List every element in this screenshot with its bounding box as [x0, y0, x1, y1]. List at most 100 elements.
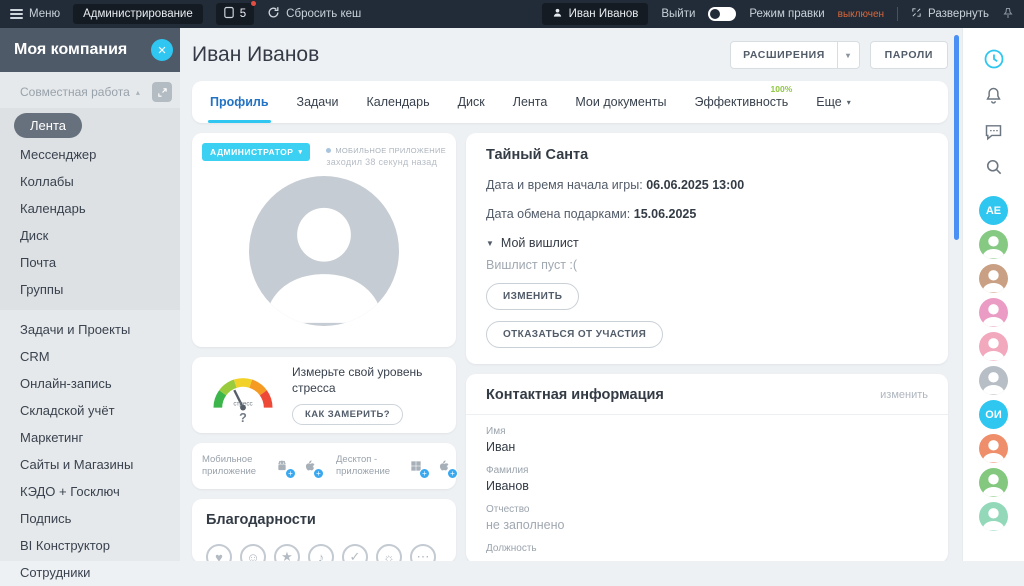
triangle-down-icon: ▼ [486, 239, 494, 248]
sidebar-item-calendar[interactable]: Календарь [0, 195, 180, 222]
sidebar-item-sites[interactable]: Сайты и Магазины [0, 451, 180, 478]
sidebar-item-inventory[interactable]: Складской учёт [0, 397, 180, 424]
sidebar-item-messenger[interactable]: Мессенджер [0, 141, 180, 168]
tab-tasks[interactable]: Задачи [297, 81, 339, 123]
tab-disk[interactable]: Диск [458, 81, 485, 123]
edit-contact-link[interactable]: изменить [880, 389, 928, 401]
santa-exchange-value: 15.06.2025 [634, 207, 697, 221]
how-to-measure-button[interactable]: КАК ЗАМЕРИТЬ? [292, 404, 403, 425]
expand-icon [911, 7, 922, 21]
apple-icon[interactable]: + [434, 456, 454, 476]
reset-cache-label: Сбросить кеш [286, 8, 361, 20]
status-dot-icon [326, 148, 331, 153]
santa-title: Тайный Санта [486, 147, 928, 163]
thanks-icon[interactable]: ☼ [376, 544, 402, 561]
avatar-person[interactable] [979, 298, 1008, 327]
topbar-divider [897, 7, 898, 21]
contact-info-card: Контактная информация изменить ИмяИванФа… [466, 374, 948, 561]
pin-icon[interactable] [1002, 7, 1014, 22]
thanks-icon[interactable]: ★ [274, 544, 300, 561]
thanks-icon[interactable]: ♥ [206, 544, 232, 561]
android-icon[interactable]: + [272, 456, 292, 476]
chevron-down-icon[interactable]: ▾ [837, 42, 859, 68]
thanks-icon[interactable]: ☺ [240, 544, 266, 561]
sidebar-item-tasks[interactable]: Задачи и Проекты [0, 316, 180, 343]
header-actions: РАСШИРЕНИЯ ▾ ПАРОЛИ [730, 41, 948, 69]
toggle-knob [710, 9, 720, 19]
sidebar-item-collabs[interactable]: Коллабы [0, 168, 180, 195]
sidebar-item-sign[interactable]: Подпись [0, 505, 180, 532]
menu-button[interactable]: Меню [10, 8, 60, 20]
phone-count: 5 [240, 8, 246, 20]
field-label: Отчество [486, 504, 928, 515]
tab-feed[interactable]: Лента [513, 81, 548, 123]
thanks-icon[interactable]: ✓ [342, 544, 368, 561]
avatar-person[interactable] [979, 502, 1008, 531]
notification-dot [251, 1, 256, 6]
close-icon[interactable]: × [151, 39, 173, 61]
dock-icon[interactable] [152, 82, 172, 102]
phone-button[interactable]: 5 [216, 3, 254, 25]
history-icon[interactable] [979, 44, 1009, 74]
avatar-person[interactable] [979, 434, 1008, 463]
sidebar-item-lenta[interactable]: Лента [14, 113, 82, 138]
sidebar-item-booking[interactable]: Онлайн-запись [0, 370, 180, 397]
reset-cache-button[interactable]: Сбросить кеш [267, 6, 361, 22]
sidebar-item-employees[interactable]: Сотрудники [0, 559, 180, 586]
user-button[interactable]: Иван Иванов [542, 3, 649, 25]
avatar-person[interactable] [979, 230, 1008, 259]
edit-wishlist-button[interactable]: ИЗМЕНИТЬ [486, 283, 579, 310]
bell-icon[interactable] [979, 80, 1009, 110]
avatar-person[interactable] [979, 264, 1008, 293]
tabs: Профиль Задачи Календарь Диск Лента Мои докум… [192, 81, 948, 123]
windows-icon[interactable]: + [406, 456, 426, 476]
thanks-icon[interactable]: ♪ [308, 544, 334, 561]
avatar-person[interactable] [979, 332, 1008, 361]
avatar-person[interactable] [979, 468, 1008, 497]
apple-icon[interactable]: + [300, 456, 320, 476]
logout-button[interactable]: Выйти [661, 8, 695, 20]
role-badge[interactable]: АДМИНИСТРАТОР ▾ [202, 143, 310, 161]
sidebar-item-mail[interactable]: Почта [0, 249, 180, 276]
tab-calendar[interactable]: Календарь [366, 81, 429, 123]
admin-button[interactable]: Администрирование [73, 4, 203, 24]
mobile-app-status: МОБИЛЬНОЕ ПРИЛОЖЕНИЕ заходил 38 секунд н… [326, 143, 446, 170]
extensions-button[interactable]: РАСШИРЕНИЯ ▾ [730, 41, 859, 69]
vertical-scrollbar[interactable] [954, 35, 959, 240]
avatar-initials[interactable]: АЕ [979, 196, 1008, 225]
tab-documents[interactable]: Мои документы [575, 81, 666, 123]
santa-start-label: Дата и время начала игры: [486, 178, 643, 192]
gauge-label: стресс [233, 401, 252, 408]
sidebar-group-head[interactable]: Совместная работа ▴ [0, 72, 180, 108]
edit-mode-toggle[interactable] [708, 7, 736, 21]
tab-efficiency[interactable]: Эффективность100% [694, 81, 788, 123]
sidebar: Моя компания × Совместная работа ▴ Лента… [0, 28, 180, 561]
stress-text: Измерьте свой уровень стресса [292, 365, 444, 396]
rail-avatars: АЕ ОИ [979, 196, 1008, 531]
sidebar-item-marketing[interactable]: Маркетинг [0, 424, 180, 451]
wishlist-toggle[interactable]: ▼ Мой вишлист [486, 236, 928, 250]
passwords-button[interactable]: ПАРОЛИ [870, 41, 948, 69]
apps-card: Мобильное приложение + + Десктоп - прило… [192, 443, 456, 489]
avatar-person[interactable] [979, 366, 1008, 395]
sidebar-item-crm[interactable]: CRM [0, 343, 180, 370]
stress-card-right: Измерьте свой уровень стресса КАК ЗАМЕРИ… [292, 365, 444, 424]
efficiency-badge: 100% [771, 84, 793, 94]
tab-profile[interactable]: Профиль [210, 81, 269, 123]
chat-icon[interactable] [979, 116, 1009, 146]
profile-avatar[interactable] [249, 176, 399, 326]
thanks-card: Благодарности ♥☺★♪✓☼⋯ [192, 499, 456, 561]
search-icon[interactable] [979, 152, 1009, 182]
expand-button[interactable]: Развернуть [911, 7, 989, 21]
decline-participation-button[interactable]: ОТКАЗАТЬСЯ ОТ УЧАСТИЯ [486, 321, 663, 348]
mobile-app-block-label: Мобильное приложение [202, 454, 264, 478]
sidebar-item-kedo[interactable]: КЭДО + Госключ [0, 478, 180, 505]
sidebar-item-groups[interactable]: Группы [0, 276, 180, 303]
thanks-icon[interactable]: ⋯ [410, 544, 436, 561]
sidebar-item-bi[interactable]: BI Конструктор [0, 532, 180, 559]
chevron-up-icon: ▴ [136, 88, 140, 97]
avatar-initials[interactable]: ОИ [979, 400, 1008, 429]
sidebar-item-disk[interactable]: Диск [0, 222, 180, 249]
tab-more[interactable]: Еще▾ [816, 81, 850, 123]
thanks-icons: ♥ ☺ ★ ♪ ✓ ☼ ⋯ [206, 544, 442, 561]
